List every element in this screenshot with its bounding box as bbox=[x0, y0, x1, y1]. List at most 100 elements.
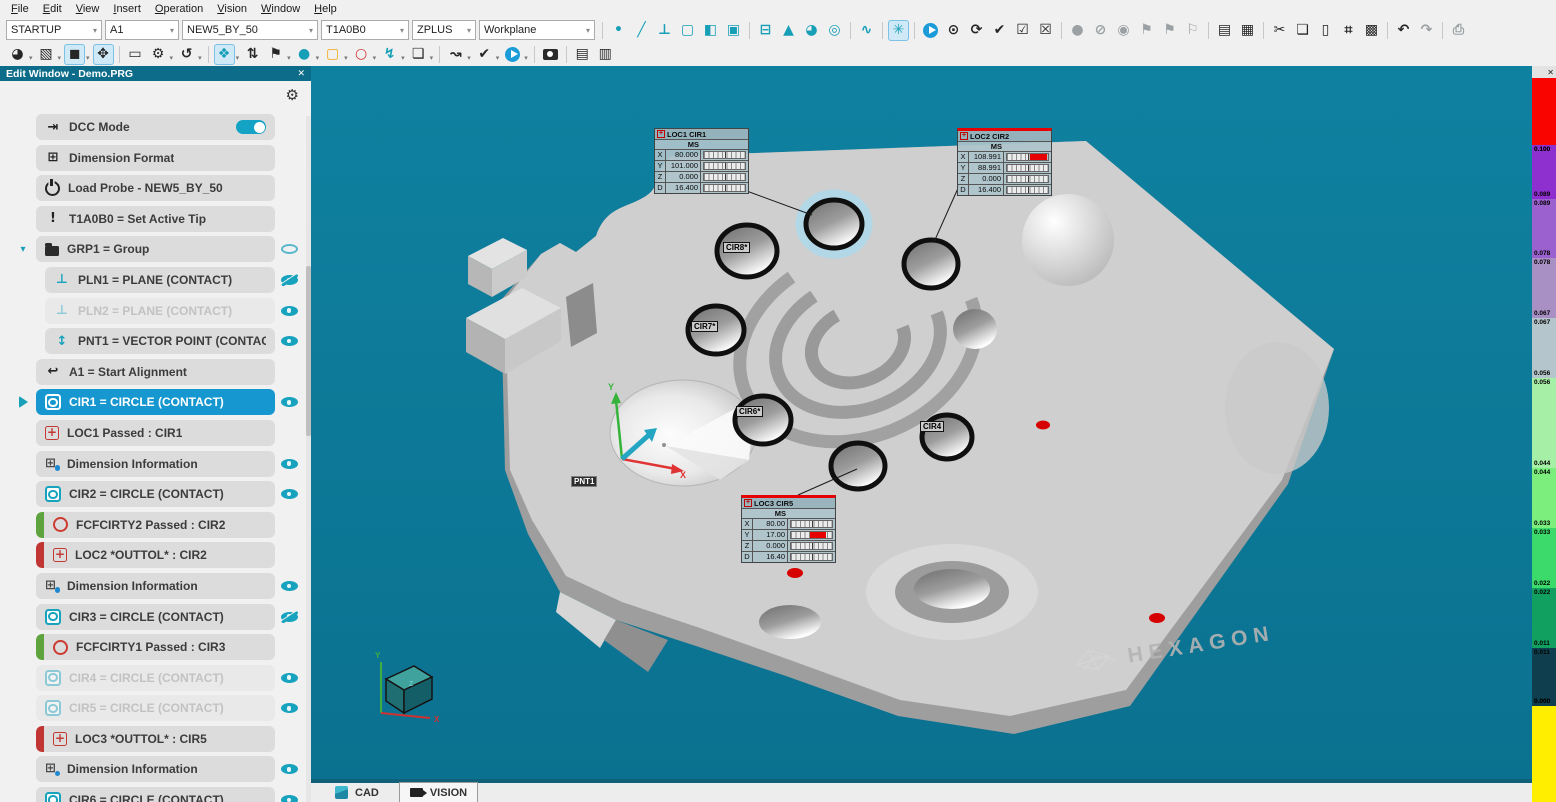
probe-path-icon[interactable]: ⇅ bbox=[242, 44, 263, 65]
dropdown-caret-icon[interactable]: ▾ bbox=[316, 54, 320, 62]
menu-vision[interactable]: Vision bbox=[210, 2, 254, 16]
dimension-annotation-loc2[interactable]: LOC2 CIR2MSX108.991Y88.991Z0.000D16.400 bbox=[957, 128, 1052, 196]
expand-chevron-icon[interactable]: ▾ bbox=[20, 244, 25, 255]
menu-view[interactable]: View bbox=[69, 2, 107, 16]
path-options-icon[interactable]: ⚑ bbox=[265, 44, 286, 65]
copy-window-icon[interactable]: ❏ bbox=[408, 44, 429, 65]
execute-feature-icon[interactable]: ⊙ bbox=[943, 20, 964, 41]
eye-icon[interactable] bbox=[281, 580, 298, 592]
dropdown-caret-icon[interactable]: ▾ bbox=[287, 54, 291, 62]
circle-zone-icon[interactable]: ○ bbox=[351, 44, 372, 65]
probe-file-combo[interactable]: NEW5_BY_50▾ bbox=[182, 20, 318, 40]
eye-icon[interactable] bbox=[281, 335, 298, 347]
menu-insert[interactable]: Insert bbox=[106, 2, 148, 16]
eye-icon[interactable] bbox=[281, 488, 298, 500]
sidebar-item-dimension-information[interactable]: Dimension Information bbox=[36, 451, 275, 477]
report-list-icon[interactable]: ▤ bbox=[1214, 20, 1235, 41]
eye-icon[interactable] bbox=[281, 794, 298, 802]
continue-icon[interactable]: ◉ bbox=[1113, 20, 1134, 41]
solid-view-icon[interactable]: ◼ bbox=[64, 44, 85, 65]
sidebar-item-load-probe-new5-by-50[interactable]: Load Probe - NEW5_BY_50 bbox=[36, 175, 275, 201]
torus-feature-icon[interactable]: ◎ bbox=[824, 20, 845, 41]
dropdown-caret-icon[interactable]: ▾ bbox=[86, 54, 90, 62]
active-tip-combo[interactable]: T1A0B0▾ bbox=[321, 20, 409, 40]
eye-off-icon[interactable] bbox=[281, 611, 298, 623]
dropdown-caret-icon[interactable]: ▾ bbox=[496, 54, 500, 62]
box-zone-icon[interactable]: ▢ bbox=[322, 44, 343, 65]
toggle-on-switch[interactable] bbox=[236, 120, 266, 134]
sidebar-item-cir6-circle-contact[interactable]: CIR6 = CIRCLE (CONTACT) bbox=[36, 787, 275, 802]
dimension-annotation-loc1[interactable]: LOC1 CIR1MSX80.000Y101.000Z0.000D16.400 bbox=[654, 128, 749, 194]
mark-done-icon[interactable]: ✔ bbox=[989, 20, 1010, 41]
sidebar-item-cir3-circle-contact[interactable]: CIR3 = CIRCLE (CONTACT) bbox=[36, 604, 275, 630]
sidebar-item-pln1-plane-contact[interactable]: ⊥PLN1 = PLANE (CONTACT) bbox=[45, 267, 275, 293]
bookmark-add-icon[interactable]: ⚑ bbox=[1159, 20, 1180, 41]
eye-icon[interactable] bbox=[281, 458, 298, 470]
report-window-icon[interactable]: ▦ bbox=[1237, 20, 1258, 41]
sidebar-item-loc2-outtol-cir2[interactable]: LOC2 *OUTTOL* : CIR2 bbox=[36, 542, 275, 568]
dropdown-caret-icon[interactable]: ▾ bbox=[467, 54, 471, 62]
wireframe-view-icon[interactable]: ▧ bbox=[36, 44, 57, 65]
dropdown-caret-icon[interactable]: ▾ bbox=[401, 54, 405, 62]
auto-feature-icon[interactable]: ✳ bbox=[888, 20, 909, 41]
eye-icon[interactable] bbox=[281, 763, 298, 775]
eye-icon[interactable] bbox=[281, 396, 298, 408]
grid-icon[interactable]: ▩ bbox=[1361, 20, 1382, 41]
circle-feature-icon[interactable]: ▢ bbox=[677, 20, 698, 41]
dropdown-caret-icon[interactable]: ▾ bbox=[236, 54, 240, 62]
verify-icon[interactable]: ✔ bbox=[474, 44, 495, 65]
cylinder-feature-icon[interactable]: ⊟ bbox=[755, 20, 776, 41]
circle-cir1[interactable] bbox=[806, 200, 862, 248]
alignment-combo[interactable]: A1▾ bbox=[105, 20, 179, 40]
tab-vision[interactable]: VISION bbox=[399, 782, 478, 802]
surface-render-icon[interactable]: ● bbox=[294, 44, 315, 65]
sidebar-item-fcfcirty2-passed-cir2[interactable]: FCFCIRTY2 Passed : CIR2 bbox=[36, 512, 275, 538]
sidebar-item-a1-start-alignment[interactable]: ↩A1 = Start Alignment bbox=[36, 359, 275, 385]
close-icon[interactable]: ✕ bbox=[297, 69, 305, 79]
point-feature-icon[interactable]: • bbox=[608, 20, 629, 41]
undo-icon[interactable]: ↶ bbox=[1393, 20, 1414, 41]
comment-icon[interactable]: ▭ bbox=[125, 44, 146, 65]
cut-icon[interactable]: ✂ bbox=[1269, 20, 1290, 41]
cone-feature-icon[interactable]: ▲ bbox=[778, 20, 799, 41]
print-icon[interactable]: ⎙ bbox=[1448, 20, 1469, 41]
sidebar-item-cir1-circle-contact[interactable]: CIR1 = CIRCLE (CONTACT) bbox=[36, 389, 275, 415]
sidebar-item-cir2-circle-contact[interactable]: CIR2 = CIRCLE (CONTACT) bbox=[36, 481, 275, 507]
sphere-feature-icon[interactable]: ◕ bbox=[801, 20, 822, 41]
sidebar-item-dcc-mode[interactable]: ⇥DCC Mode bbox=[36, 114, 275, 140]
slot-feature-icon[interactable]: ▣ bbox=[723, 20, 744, 41]
dropdown-caret-icon[interactable]: ▾ bbox=[198, 54, 202, 62]
tab-cad[interactable]: CAD bbox=[325, 783, 389, 802]
sidebar-item-t1a0b0-set-active-tip[interactable]: !T1A0B0 = Set Active Tip bbox=[36, 206, 275, 232]
paste-pattern-icon[interactable]: ⌗ bbox=[1338, 20, 1359, 41]
workplane-axis-combo[interactable]: ZPLUS▾ bbox=[412, 20, 476, 40]
sidebar-item-grp1-group[interactable]: GRP1 = Group bbox=[36, 236, 275, 262]
eye-icon[interactable] bbox=[281, 672, 298, 684]
circle-cir6[interactable] bbox=[735, 396, 791, 444]
report-pass-icon[interactable]: ☑ bbox=[1012, 20, 1033, 41]
sidebar-item-dimension-information[interactable]: Dimension Information bbox=[36, 756, 275, 782]
circle-cir5[interactable] bbox=[831, 443, 885, 489]
measure-path-icon[interactable]: ↝ bbox=[445, 44, 466, 65]
menu-window[interactable]: Window bbox=[254, 2, 307, 16]
camera-icon[interactable] bbox=[540, 44, 561, 65]
sidebar-item-fcfcirty1-passed-cir3[interactable]: FCFCIRTY1 Passed : CIR3 bbox=[36, 634, 275, 660]
redo-icon[interactable]: ↷ bbox=[1416, 20, 1437, 41]
eye-icon[interactable] bbox=[281, 702, 298, 714]
menu-edit[interactable]: Edit bbox=[36, 2, 69, 16]
line-feature-icon[interactable]: ╱ bbox=[631, 20, 652, 41]
workplane-combo[interactable]: Workplane▾ bbox=[479, 20, 595, 40]
sidebar-item-pnt1-vector-point-contact[interactable]: ↕PNT1 = VECTOR POINT (CONTACT) bbox=[45, 328, 275, 354]
menu-file[interactable]: File bbox=[4, 2, 36, 16]
eye-icon[interactable] bbox=[281, 305, 298, 317]
cad-viewport[interactable]: HEXAGON Y X bbox=[311, 66, 1532, 779]
graph-analysis-icon[interactable]: ↯ bbox=[379, 44, 400, 65]
menu-help[interactable]: Help bbox=[307, 2, 344, 16]
chart-window-icon[interactable]: ▥ bbox=[595, 44, 616, 65]
probe-display-icon[interactable]: ❖ bbox=[214, 44, 235, 65]
dropdown-caret-icon[interactable]: ▾ bbox=[524, 54, 528, 62]
menu-operation[interactable]: Operation bbox=[148, 2, 210, 16]
report-skip-icon[interactable]: ☒ bbox=[1035, 20, 1056, 41]
circle-cir2[interactable] bbox=[904, 240, 958, 288]
dimension-annotation-loc3[interactable]: LOC3 CIR5MSX80.00Y17.00Z0.000D16.40 bbox=[741, 495, 836, 563]
